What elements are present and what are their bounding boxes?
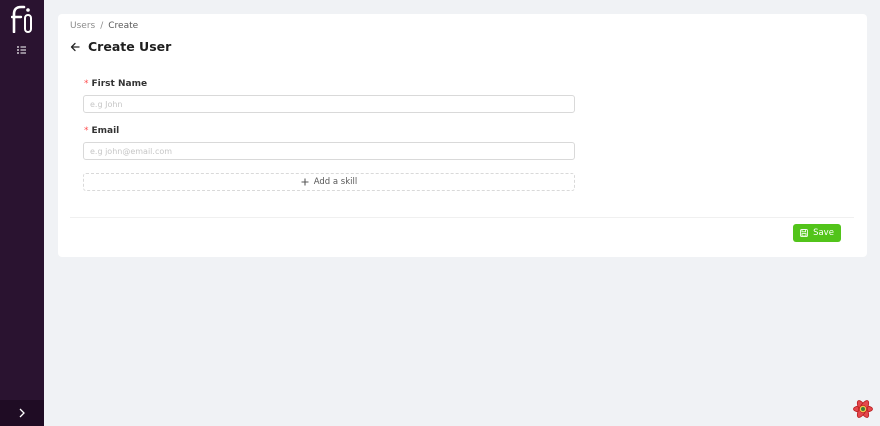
add-skill-label: Add a skill	[313, 177, 358, 187]
save-label: Save	[813, 228, 834, 238]
save-icon	[800, 229, 808, 237]
create-user-card: Users / Create Create User *First Name *…	[58, 14, 867, 257]
email-label: * Email	[84, 126, 119, 136]
first-name-input[interactable]	[83, 95, 575, 113]
first-name-label: * First Name	[84, 79, 147, 89]
required-mark: *	[84, 126, 89, 136]
first-name-label-text: First Name	[91, 79, 148, 89]
breadcrumb: Users / Create	[70, 21, 138, 31]
required-mark: *	[84, 79, 89, 89]
divider	[70, 217, 854, 218]
email-input[interactable]	[83, 142, 575, 160]
breadcrumb-separator: /	[100, 21, 104, 31]
page-title: Create User	[88, 39, 172, 54]
list-icon[interactable]	[14, 43, 30, 57]
add-skill-button[interactable]: Add a skill	[83, 173, 575, 191]
sidebar-collapse-button[interactable]	[0, 400, 44, 426]
react-query-devtools-icon[interactable]	[852, 398, 874, 420]
email-label-text: Email	[91, 126, 120, 136]
breadcrumb-item-create: Create	[108, 21, 139, 31]
plus-icon	[301, 178, 309, 186]
sidebar	[0, 0, 44, 426]
chevron-right-icon	[19, 408, 25, 418]
app-logo[interactable]	[11, 5, 33, 33]
save-button[interactable]: Save	[793, 224, 841, 242]
breadcrumb-item-users[interactable]: Users	[70, 21, 95, 31]
arrow-left-icon[interactable]	[69, 41, 81, 53]
